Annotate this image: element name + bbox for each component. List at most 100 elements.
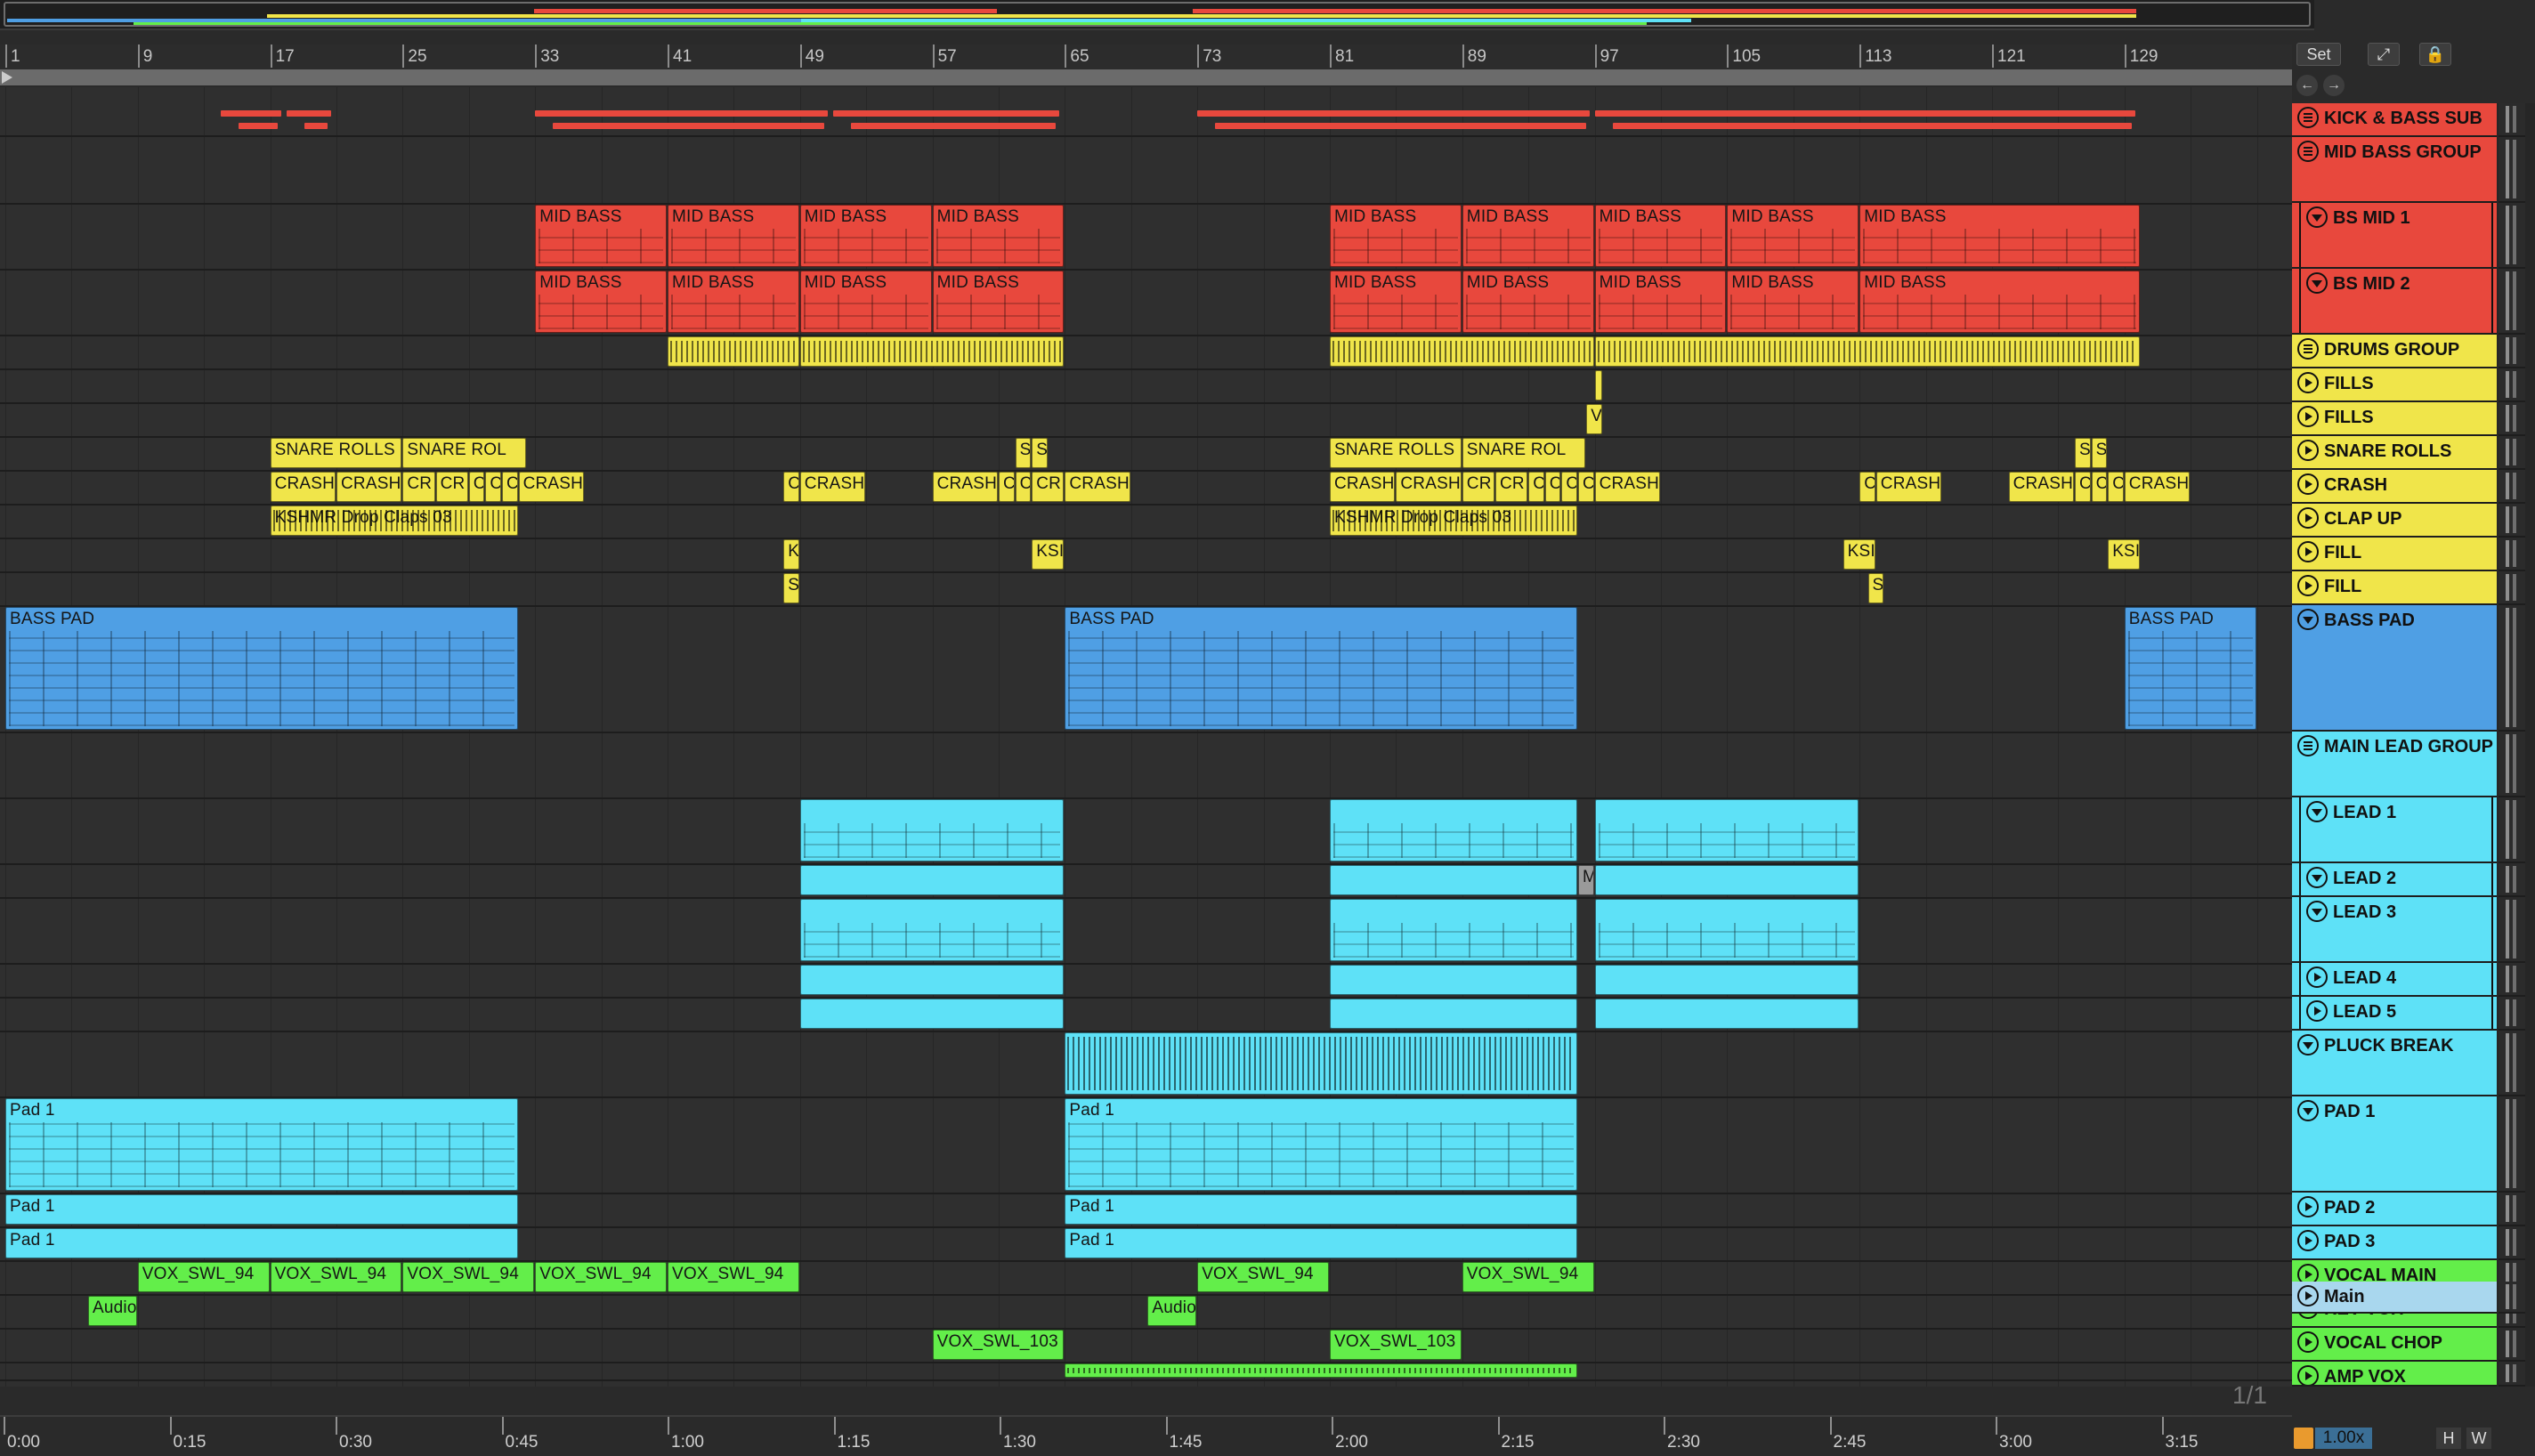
clip[interactable]: Pad 1: [1065, 1098, 1577, 1191]
fold-icon[interactable]: [2297, 1034, 2319, 1056]
clip[interactable]: MID BASS: [799, 271, 932, 333]
clip[interactable]: C: [2075, 472, 2091, 502]
kick-bass-strip[interactable]: [535, 110, 828, 117]
time-ruler[interactable]: 0:00 0:15 0:30 0:45 1:00 1:15 1:30 1:45 2:00 2:15…: [0, 1415, 2292, 1456]
lock-icon[interactable]: 🔒: [2419, 43, 2451, 66]
fold-icon[interactable]: [2306, 206, 2328, 228]
zoom-field[interactable]: 1.00x: [2315, 1428, 2372, 1449]
clip[interactable]: CR: [1495, 472, 1528, 502]
clip[interactable]: [1594, 999, 1859, 1029]
kick-bass-strip[interactable]: [1197, 110, 1590, 117]
track-header-fill[interactable]: FILL: [2292, 571, 2497, 605]
clip[interactable]: MID BASS: [1594, 205, 1727, 267]
clip[interactable]: C: [1528, 472, 1544, 502]
playhead-marker-icon[interactable]: [2, 71, 12, 84]
clip[interactable]: MID BASS: [668, 271, 799, 333]
kick-bass-strip[interactable]: [220, 110, 282, 117]
kick-bass-strip[interactable]: [238, 123, 279, 129]
play-icon[interactable]: [2297, 406, 2319, 427]
track-header-pad-3[interactable]: PAD 3: [2292, 1226, 2497, 1260]
clip[interactable]: CRASH: [270, 472, 336, 502]
tempo-follow-icon[interactable]: [2294, 1428, 2313, 1449]
clip[interactable]: S: [783, 573, 799, 603]
track-header-snare-rolls[interactable]: SNARE ROLLS: [2292, 436, 2497, 470]
track-header-amp-vox[interactable]: AMP VOX: [2292, 1362, 2497, 1387]
group-icon[interactable]: [2297, 338, 2319, 360]
clip[interactable]: C: [1015, 472, 1032, 502]
clip[interactable]: BASS PAD: [2124, 607, 2256, 730]
track-header-lead-3[interactable]: LEAD 3: [2292, 897, 2497, 963]
clip[interactable]: VOX_SWL_103: [1330, 1330, 1462, 1360]
clip[interactable]: MID BASS: [932, 271, 1065, 333]
clip[interactable]: S: [1015, 438, 1032, 468]
clip[interactable]: C: [783, 472, 799, 502]
track-header-bass-pad[interactable]: BASS PAD: [2292, 605, 2497, 732]
clip[interactable]: KSI: [2108, 539, 2141, 570]
clip[interactable]: Pad 1: [5, 1228, 518, 1258]
clip[interactable]: VOX_SWL_94: [137, 1262, 270, 1292]
kick-bass-strip[interactable]: [1594, 110, 2136, 117]
bar-ruler[interactable]: 1 9 17 25 33 41 49 57 65 73 81 89 97 105 113 121 129: [0, 44, 2292, 69]
track-header-kick-bass-sub[interactable]: KICK & BASS SUB: [2292, 103, 2497, 137]
play-icon[interactable]: [2297, 1365, 2319, 1385]
clip[interactable]: [1594, 899, 1859, 961]
fold-icon[interactable]: [2297, 1100, 2319, 1121]
clip[interactable]: [1594, 965, 1859, 995]
clip[interactable]: S: [1032, 438, 1048, 468]
clip[interactable]: C: [2091, 472, 2108, 502]
clip[interactable]: MID BASS: [799, 205, 932, 267]
scrub-area[interactable]: [0, 69, 2292, 85]
track-header-pluck-break[interactable]: PLUCK BREAK: [2292, 1031, 2497, 1096]
clip[interactable]: K: [783, 539, 799, 570]
clip[interactable]: MID BASS: [1727, 205, 1859, 267]
track-header-main-lead-group[interactable]: MAIN LEAD GROUP: [2292, 732, 2497, 797]
clip[interactable]: VOX_SWL_94: [1462, 1262, 1594, 1292]
arrangement-view[interactable]: MID BASS MID BASS MID BASS MID BASS MID BASS…: [0, 87, 2292, 1387]
clip[interactable]: CRASH: [799, 472, 866, 502]
track-header-lead-1[interactable]: LEAD 1: [2292, 797, 2497, 863]
set-button[interactable]: Set: [2296, 43, 2341, 66]
clip[interactable]: [1330, 965, 1577, 995]
clip[interactable]: [1594, 336, 2141, 367]
clip[interactable]: [668, 336, 799, 367]
kick-bass-strip[interactable]: [304, 123, 328, 129]
track-header-vocal-chop[interactable]: VOCAL CHOP: [2292, 1328, 2497, 1362]
arrow-left-icon[interactable]: ←: [2296, 75, 2318, 96]
kick-bass-strip[interactable]: [851, 123, 1057, 129]
clip[interactable]: MID BASS: [1727, 271, 1859, 333]
clip[interactable]: CRASH: [1594, 472, 1660, 502]
clip[interactable]: MID BASS: [668, 205, 799, 267]
w-button[interactable]: W: [2466, 1428, 2491, 1449]
fold-icon[interactable]: [2306, 867, 2328, 888]
expand-icon[interactable]: ⤢: [2368, 43, 2400, 66]
clip[interactable]: VOX_SWL_103: [932, 1330, 1065, 1360]
play-icon[interactable]: [2297, 507, 2319, 529]
clip[interactable]: C: [468, 472, 485, 502]
clip[interactable]: VOX_SWL_94: [668, 1262, 799, 1292]
clip[interactable]: Audio: [88, 1296, 137, 1326]
clip[interactable]: VOX_SWL_94: [270, 1262, 402, 1292]
clip[interactable]: BASS PAD: [5, 607, 518, 730]
clip[interactable]: CRASH: [336, 472, 402, 502]
clip[interactable]: [799, 965, 1065, 995]
track-header-pad-2[interactable]: PAD 2: [2292, 1193, 2497, 1226]
kick-bass-strip[interactable]: [833, 110, 1060, 117]
clip[interactable]: [1594, 799, 1859, 861]
track-header-main[interactable]: Main: [2292, 1282, 2497, 1314]
clip[interactable]: C: [999, 472, 1015, 502]
clip[interactable]: CRASH: [1065, 472, 1130, 502]
track-header-drums-group[interactable]: DRUMS GROUP: [2292, 335, 2497, 368]
play-icon[interactable]: [2297, 440, 2319, 461]
clip[interactable]: Pad 1: [5, 1098, 518, 1191]
clip[interactable]: KSI: [1843, 539, 1875, 570]
group-icon[interactable]: [2297, 735, 2319, 756]
clip[interactable]: Pad 1: [1065, 1194, 1577, 1225]
track-header-lead-2[interactable]: LEAD 2: [2292, 863, 2497, 897]
clip[interactable]: BASS PAD: [1065, 607, 1577, 730]
clip[interactable]: [1330, 336, 1594, 367]
clip[interactable]: MID BASS: [535, 205, 667, 267]
track-header-lead-4[interactable]: LEAD 4: [2292, 963, 2497, 997]
fold-icon[interactable]: [2297, 609, 2319, 630]
clip[interactable]: S: [1867, 573, 1884, 603]
kick-bass-strip[interactable]: [1612, 123, 2133, 129]
